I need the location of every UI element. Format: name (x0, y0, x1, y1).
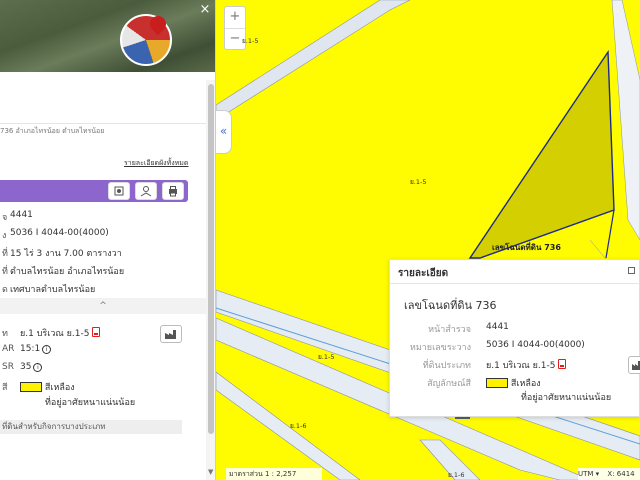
printer-icon (169, 186, 177, 197)
parcel-address: 736 อำเภอไทรน้อย ตำบลไทรน้อย (0, 127, 105, 135)
parcel-detail-popup: รายละเอียด เลขโฉนดที่ดิน 736 หน้าสำรวจ 44… (389, 259, 640, 417)
parcel-label: เลขโฉนดที่ดิน 736 (492, 243, 561, 252)
map-scale: มาตราส่วน 1 : 2,257 (226, 468, 322, 480)
utm-select[interactable]: UTM ▾ (578, 470, 599, 478)
far-row: AR 15:1 i (2, 344, 52, 354)
parcel-edge (605, 209, 615, 259)
color-row: สี สีเหลือง (2, 382, 75, 393)
factory-icon (632, 361, 640, 370)
action-toolbar (0, 180, 188, 202)
zoom-in-button[interactable]: + (225, 7, 245, 28)
color-swatch (486, 378, 508, 388)
zone-label: ย.1-6 (448, 471, 465, 479)
satellite-thumbnail (0, 0, 215, 72)
cube-icon (114, 186, 124, 196)
coordinate-readout: UTM ▾ X: 6414 (578, 468, 640, 480)
osr-row: SR 35 i (2, 362, 43, 372)
factory-button[interactable] (628, 356, 640, 374)
location-row: ที่ ตำบลไทรน้อย อำเภอไทรน้อย (2, 267, 125, 277)
parcel-736[interactable] (468, 49, 615, 259)
scrollbar-thumb[interactable] (208, 84, 214, 434)
minimize-icon[interactable] (628, 267, 635, 274)
color-swatch (20, 382, 42, 392)
collapse-panel-button[interactable]: « (216, 110, 232, 154)
special-use-section[interactable]: ที่ดินสำหรับกิจการบางประเภท (0, 420, 182, 434)
panel-header (0, 84, 206, 124)
scroll-down-icon[interactable]: ▼ (208, 468, 213, 476)
map-pin-icon (140, 186, 152, 197)
zoning-type-row: ท ย.1 บริเวณ ย.1-5 (2, 326, 101, 340)
zone-label: ย.1-5 (410, 178, 427, 186)
zone-label: ย.1-5 (242, 37, 259, 45)
map-sheet-row: ง 5036 I 4044-00(4000) (2, 228, 109, 241)
print-button[interactable] (162, 182, 184, 200)
popup-divider (390, 283, 640, 284)
side-panel: × 736 อำเภอไทรน้อย ตำบลไทรน้อย รายละเอีย… (0, 0, 216, 480)
collapse-section-button[interactable]: ^ (0, 298, 206, 314)
factory-button[interactable] (160, 325, 182, 343)
scrollbar[interactable] (206, 80, 215, 480)
chevron-up-icon: ^ (99, 301, 107, 311)
all-details-link[interactable]: รายละเอียดผังทั้งหมด (124, 158, 188, 169)
view-3d-button[interactable] (108, 182, 130, 200)
municipality-row: ดเทศบาลตำบลไทรน้อย (2, 285, 96, 295)
area-row: ที่ 15 ไร่ 3 งาน 7.00 ตารางวา (2, 249, 122, 259)
pdf-icon[interactable] (92, 327, 101, 337)
factory-icon (165, 330, 176, 339)
info-icon[interactable]: i (42, 345, 52, 354)
survey-number-row: จ 4441 (2, 210, 33, 223)
zone-label: ย.1-6 (290, 422, 307, 430)
info-icon[interactable]: i (33, 363, 43, 372)
popup-heading: เลขโฉนดที่ดิน 736 (404, 299, 497, 312)
zone-label: ย.1-5 (318, 353, 335, 361)
popup-title: รายละเอียด (398, 268, 449, 279)
close-icon[interactable]: × (196, 1, 214, 19)
locate-button[interactable] (135, 182, 157, 200)
pdf-icon[interactable] (558, 359, 567, 369)
coordinate-x: X: 6414 (607, 470, 635, 478)
road-right (611, 0, 640, 241)
